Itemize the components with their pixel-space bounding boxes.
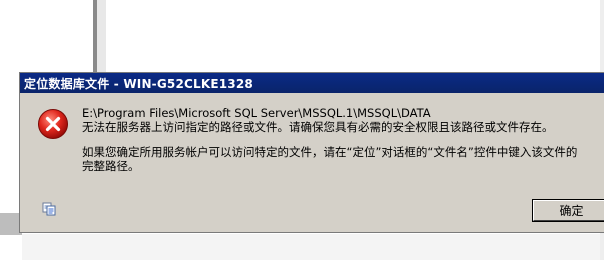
error-icon <box>38 109 68 139</box>
error-dialog: 定位数据库文件 - WIN-G52CLKE1328 E:\Program Fil… <box>19 72 604 233</box>
dialog-titlebar[interactable]: 定位数据库文件 - WIN-G52CLKE1328 <box>20 73 604 93</box>
error-message-line-1: 无法在服务器上访问指定的路径或文件。请确保您具有必需的安全权限且该路径或文件存在… <box>82 120 554 134</box>
background-window-panel <box>97 0 106 74</box>
error-message-line-2: 如果您确定所用服务帐户可以访问特定的文件，请在“定位”对话框的“文件名”控件中键… <box>82 145 578 159</box>
ok-button[interactable]: 确定 <box>532 199 604 222</box>
copy-icon[interactable] <box>41 201 57 217</box>
dialog-title: 定位数据库文件 - WIN-G52CLKE1328 <box>24 77 253 91</box>
background-area <box>22 234 604 260</box>
error-path-text: E:\Program Files\Microsoft SQL Server\MS… <box>82 106 431 120</box>
error-message-line-3: 完整路径。 <box>82 159 140 173</box>
